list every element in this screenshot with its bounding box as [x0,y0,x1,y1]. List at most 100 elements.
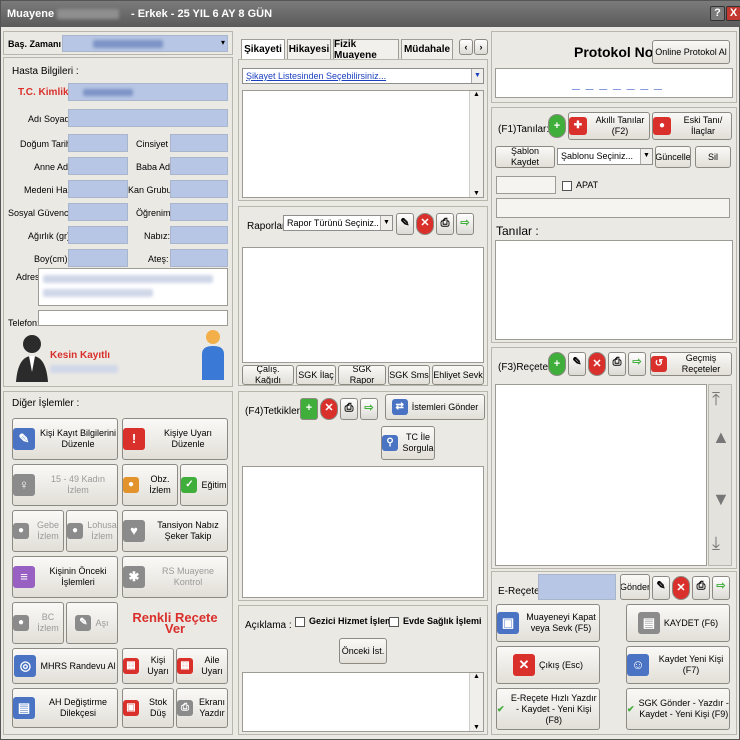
tab-sikayeti[interactable]: Şikayeti [241,39,285,59]
home-health-checkbox[interactable]: Evde Sağlık İşlemi [389,616,482,627]
test-add-icon[interactable]: + [300,398,318,420]
help-button[interactable]: ? [710,6,725,21]
test-delete-icon[interactable]: ✕ [320,398,338,420]
old-diagnoses-button[interactable]: ● Eski Tanı/İlaçlar [652,112,732,140]
rs-exam-button[interactable]: ✱ RS Muayene Kontrol [122,556,228,598]
close-button[interactable]: X [726,6,740,21]
bc-monitor-button[interactable]: ● BC İzlem [12,602,64,644]
sgk-send-button[interactable]: ✔ SGK Gönder - Yazdır - Kaydet - Yeni Kiş… [626,688,730,730]
tab-hikayesi[interactable]: Hikayesi [287,39,331,59]
prescription-delete-icon[interactable]: ✕ [588,352,606,376]
scrollbar[interactable]: ▲ ▼ [469,91,483,197]
e-prescription-quick-print-button[interactable]: ✔ E-Reçete Hızlı Yazdır - Kaydet - Yeni K… [496,688,600,730]
previous-actions-button[interactable]: ≡ Kişinin Önceki İşlemleri [12,556,118,598]
name-field[interactable] [68,109,228,127]
e-prescription-print-icon[interactable]: ⎙ [692,576,710,600]
stock-deduct-button[interactable]: ▣ Stok Düş [122,688,174,728]
start-time-field[interactable]: ▾ [62,35,228,52]
person-warning-button[interactable]: ! Kişiye Uyarı Düzenle [122,418,228,460]
past-prescriptions-button[interactable]: ↺ Geçmiş Reçeteler [650,352,732,376]
smart-diagnoses-button[interactable]: ✚ Akıllı Tanılar (F2) [568,112,650,140]
test-export-icon[interactable]: ⇨ [360,398,378,420]
prescription-list[interactable] [495,384,707,566]
postpartum-monitor-button[interactable]: ● Lohusa İzlem [66,510,118,552]
tab-scroll-left-icon[interactable]: ‹ [459,39,473,55]
description-textarea[interactable]: ▲ ▼ [242,672,484,732]
move-top-icon[interactable]: ⤒ [712,389,720,410]
marital-status-field[interactable] [68,180,128,198]
prescription-export-icon[interactable]: ⇨ [628,352,646,376]
social-security-field[interactable] [68,203,128,221]
template-combo[interactable]: Şablonu Seçiniz... ▼ [557,148,653,165]
apat-checkbox[interactable]: APAT [562,180,598,191]
tab-scroll-right-icon[interactable]: › [474,39,488,55]
pulse-field[interactable] [170,226,228,244]
complaint-combo[interactable]: Şikayet Listesinden Seçebilirsiniz... ▼ [242,68,484,84]
height-field[interactable] [68,249,128,267]
report-type-combo[interactable]: Rapor Türünü Seçiniz.. ▼ [283,215,393,231]
tab-mudahale[interactable]: Müdahale [401,39,453,59]
education-field[interactable] [170,203,228,221]
sgk-drug-button[interactable]: SGK İlaç [296,365,336,385]
mobile-service-checkbox[interactable]: Gezici Hizmet İşlemi [295,616,396,627]
e-prescription-edit-icon[interactable]: ✎ [652,576,670,600]
move-down-icon[interactable]: ▼ [712,489,730,510]
e-prescription-field[interactable] [538,574,616,600]
woman-monitor-button[interactable]: ♀ 15 - 49 Kadın İzlem [12,464,118,506]
send-button[interactable]: Gönder [620,574,650,600]
chevron-down-icon[interactable]: ▾ [221,38,225,47]
blood-group-field[interactable] [170,180,228,198]
tests-list[interactable] [242,466,484,598]
close-exam-button[interactable]: ▣ Muayeneyi Kapat veya Sevk (F5) [496,604,600,642]
phone-field[interactable] [38,310,228,326]
tc-query-button[interactable]: ⚲ TC İle Sorgula [381,426,435,460]
prescription-edit-icon[interactable]: ✎ [568,352,586,376]
license-referral-button[interactable]: Ehliyet Sevk [432,365,484,385]
diagnoses-list[interactable] [495,240,733,340]
gender-field[interactable] [170,134,228,152]
prescription-print-icon[interactable]: ⎙ [608,352,626,376]
address-field[interactable] [38,268,228,306]
birth-date-field[interactable] [68,134,128,152]
report-delete-icon[interactable]: ✕ [416,213,434,235]
e-prescription-delete-icon[interactable]: ✕ [672,576,690,600]
reports-list[interactable] [242,247,484,363]
apat-code-field[interactable] [496,176,556,194]
move-bottom-icon[interactable]: ⤓ [712,533,720,554]
apat-detail-field[interactable] [496,198,730,218]
weight-field[interactable] [68,226,128,244]
colored-prescription-button[interactable]: Renkli Reçete Ver [122,602,228,644]
family-alert-button[interactable]: ▦ Aile Uyarı [176,648,228,684]
diagnosis-add-icon[interactable]: + [548,114,566,138]
complaint-textarea[interactable]: ▲ ▼ [242,90,484,198]
work-paper-button[interactable]: Çalış. Kağıdı [242,365,294,385]
sgk-sms-button[interactable]: SGK Sms [388,365,430,385]
fever-field[interactable] [170,249,228,267]
vaccine-button[interactable]: ✎ Aşı [66,602,118,644]
person-alert-button[interactable]: ▦ Kişi Uyarı [122,648,174,684]
obesity-monitor-button[interactable]: ● Obz. İzlem [122,464,178,506]
delete-button[interactable]: Sil [695,146,731,168]
save-template-button[interactable]: Şablon Kaydet [495,146,555,168]
report-export-icon[interactable]: ⇨ [456,213,474,235]
update-button[interactable]: Güncelle [655,146,691,168]
save-button[interactable]: ▤ KAYDET (F6) [626,604,730,642]
report-print-icon[interactable]: ⎙ [436,213,454,235]
print-screen-button[interactable]: ⎙ Ekranı Yazdır [176,688,228,728]
tab-fizik-muayene[interactable]: Fizik Muayene [333,39,399,61]
mhrs-appointment-button[interactable]: ◎ MHRS Randevu Al [12,648,118,684]
save-new-person-button[interactable]: ☺ Kaydet Yeni Kişi (F7) [626,646,730,684]
scrollbar[interactable]: ▲ ▼ [469,673,483,731]
move-up-icon[interactable]: ▲ [712,427,730,448]
mother-name-field[interactable] [68,157,128,175]
edit-registration-button[interactable]: ✎ Kişi Kayıt Bilgilerini Düzenle [12,418,118,460]
send-requests-button[interactable]: ⇄ İstemleri Gönder [385,394,485,420]
pregnant-monitor-button[interactable]: ● Gebe İzlem [12,510,64,552]
father-name-field[interactable] [170,157,228,175]
tc-field[interactable] [68,83,228,101]
online-protocol-button[interactable]: Online Protokol Al [652,40,730,64]
education-button[interactable]: ✓ Eğitim [180,464,228,506]
test-print-icon[interactable]: ⎙ [340,398,358,420]
report-edit-icon[interactable]: ✎ [396,213,414,235]
prescription-add-icon[interactable]: + [548,352,566,376]
